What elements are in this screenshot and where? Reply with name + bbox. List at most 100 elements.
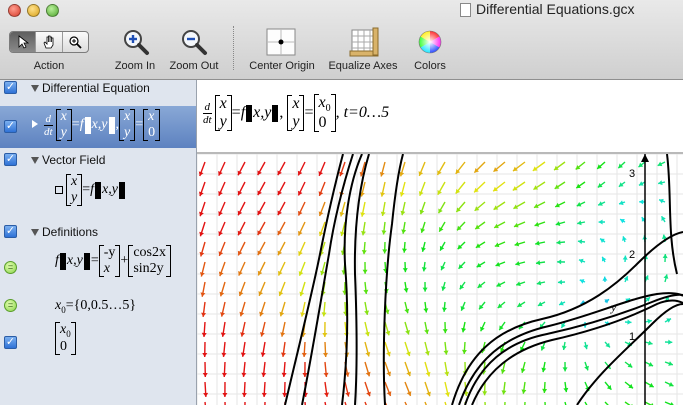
vector-arrowhead <box>221 353 226 357</box>
differential-equation-checkbox[interactable]: ✓ <box>4 120 17 133</box>
differential-equation-group-checkbox[interactable]: ✓ <box>4 81 17 94</box>
vector-arrowhead <box>482 391 487 395</box>
vector-arrowhead <box>501 369 506 373</box>
colors-button[interactable] <box>418 30 442 59</box>
vector-arrowhead <box>599 220 603 225</box>
action-label: Action <box>34 60 65 72</box>
solution-curve <box>342 154 362 405</box>
vector-arrowhead <box>668 340 672 345</box>
equation-header[interactable]: ddtxy=fx,y, xy=x00, t=0…5 <box>197 80 683 152</box>
vector-arrowhead <box>203 373 208 377</box>
vector-arrowhead <box>422 267 427 271</box>
document-icon <box>460 3 471 17</box>
zoom-out-label: Zoom Out <box>170 60 219 72</box>
vector-arrowhead <box>542 389 547 393</box>
vector-arrowhead <box>201 313 206 317</box>
zoom-in-button[interactable] <box>122 28 150 61</box>
center-origin-icon <box>266 28 296 56</box>
vector-arrowhead <box>363 270 368 274</box>
colors-label: Colors <box>414 60 446 72</box>
sidebar-de-expression: ddtxy=fx,y,xy=x0 <box>44 109 160 141</box>
zoom-out-button[interactable] <box>180 28 208 61</box>
definition-initial-vector[interactable]: x00 <box>55 322 76 355</box>
hand-tool-button[interactable] <box>36 32 62 52</box>
center-origin-button[interactable] <box>266 28 296 61</box>
vector-arrowhead <box>664 274 669 278</box>
window-title: Differential Equations.gcx <box>476 1 635 17</box>
group-title-definitions: Definitions <box>42 225 98 239</box>
vector-arrowhead <box>648 340 652 345</box>
definition-equals-indicator[interactable]: = <box>4 261 17 274</box>
zoom-in-label: Zoom In <box>115 60 155 72</box>
center-origin-label: Center Origin <box>249 60 314 72</box>
sidebar: ✓ Differential Equation ✓ ddtxy=fx,y,xy=… <box>0 80 197 405</box>
vector-arrowhead <box>602 277 607 281</box>
row-expand-triangle-icon[interactable] <box>32 120 38 128</box>
vector-arrowhead <box>242 393 247 397</box>
vector-arrowhead <box>222 393 227 397</box>
vector-arrowhead <box>462 350 467 354</box>
vector-arrowhead <box>282 373 287 377</box>
vector-field-group-checkbox[interactable]: ✓ <box>4 153 17 166</box>
y-axis-arrow-icon <box>641 154 649 162</box>
definition-equals-indicator[interactable]: = <box>4 299 17 312</box>
main-area: ddtxy=fx,y, xy=x00, t=0…5 <box>197 80 683 405</box>
header-de-expression: ddtxy=fx,y, xy=x00, t=0…5 <box>203 94 389 132</box>
close-window-button[interactable] <box>8 4 21 17</box>
color-wheel-icon <box>418 30 442 54</box>
vector-arrowhead <box>402 248 407 252</box>
vector-arrowhead <box>324 373 329 377</box>
vector-arrowhead <box>222 373 227 377</box>
vector-arrowhead <box>443 329 448 333</box>
definition-x0-expression[interactable]: x0={0,0.5…5} <box>55 298 136 315</box>
equalize-axes-button[interactable] <box>349 27 379 62</box>
magnifier-icon <box>68 35 82 49</box>
vector-arrowhead <box>203 393 208 397</box>
toolbar-separator <box>233 26 234 70</box>
vector-field-expression[interactable]: xy=fx,y <box>55 174 126 206</box>
vector-arrowhead <box>262 393 267 397</box>
definition-vector-checkbox[interactable]: ✓ <box>4 336 17 349</box>
y-tick-label: 2 <box>629 249 635 261</box>
vector-arrowhead <box>563 367 568 371</box>
arrow-tool-button[interactable] <box>10 32 36 52</box>
vector-arrowhead <box>425 351 430 355</box>
group-title-differential-equation: Differential Equation <box>42 81 150 95</box>
vector-arrowhead <box>521 368 526 373</box>
action-segmented-control[interactable] <box>9 31 89 53</box>
definition-f-expression[interactable]: fx,y=-yx+cos2xsin2y <box>55 245 171 277</box>
vector-arrowhead <box>558 280 562 285</box>
disclosure-triangle-icon[interactable] <box>31 157 39 164</box>
disclosure-triangle-icon[interactable] <box>31 229 39 236</box>
vector-arrowhead <box>578 239 582 244</box>
vector-arrowhead <box>583 345 588 349</box>
vector-arrowhead <box>423 308 428 312</box>
graph-plot[interactable]: 1 2 3 y <box>197 154 683 405</box>
vector-field-plot[interactable]: 1 2 3 y <box>197 154 683 405</box>
title-bar: Differential Equations.gcx Action Zoom I… <box>0 0 683 80</box>
vector-arrowhead <box>639 199 643 204</box>
equalize-axes-label: Equalize Axes <box>328 60 397 72</box>
solution-curve <box>285 154 343 405</box>
vector-arrowhead <box>202 333 207 337</box>
hand-icon <box>42 35 56 49</box>
ruler-grid-icon <box>349 27 379 57</box>
zoom-window-button[interactable] <box>46 4 59 17</box>
vector-arrowhead <box>363 290 368 294</box>
vector-arrowhead <box>441 286 446 291</box>
vector-arrowhead <box>323 353 328 357</box>
vector-arrowhead <box>421 247 426 251</box>
zoom-in-icon <box>122 28 150 56</box>
vector-arrowhead <box>302 353 307 357</box>
vector-arrowhead <box>658 180 662 185</box>
definitions-group-checkbox[interactable]: ✓ <box>4 225 17 238</box>
vector-arrowhead <box>322 333 327 337</box>
minimize-window-button[interactable] <box>27 4 40 17</box>
vector-marker-icon <box>55 186 63 194</box>
zoom-out-icon <box>180 28 208 56</box>
disclosure-triangle-icon[interactable] <box>31 85 39 92</box>
selected-equation-row[interactable]: ✓ ddtxy=fx,y,xy=x0 <box>0 106 197 148</box>
vector-arrowhead <box>442 308 447 312</box>
vector-arrowhead <box>627 320 631 325</box>
zoom-tool-button[interactable] <box>63 32 88 52</box>
